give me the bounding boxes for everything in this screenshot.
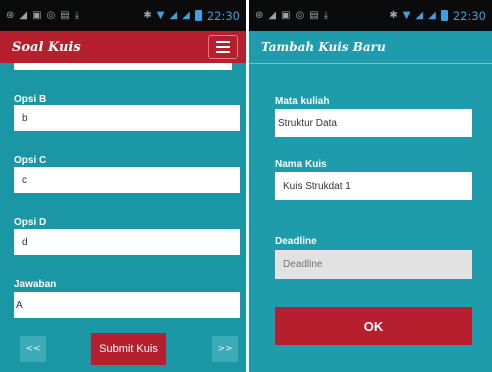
deadline-input[interactable] <box>275 250 472 279</box>
image-icon: ▣ <box>32 9 42 21</box>
message-icon: ▤ <box>309 9 319 21</box>
download-icon: ⤓ <box>323 9 329 21</box>
status-bar: ⊛ ◢ ▣ ◎ ▤ ⤓ ✱ ▼ ◢ ◢ 22:30 <box>249 0 492 31</box>
dialog-header: Tambah Kuis Baru <box>249 31 492 63</box>
ok-button[interactable]: OK <box>275 307 472 345</box>
opsi-d-input[interactable] <box>14 229 240 255</box>
menu-button[interactable] <box>208 35 238 59</box>
opsi-c-input[interactable] <box>14 167 240 193</box>
quiz-form: Opsi B Opsi C Opsi D Jawaban << Submit K… <box>4 63 242 372</box>
submit-quiz-button[interactable]: Submit Kuis <box>91 333 166 365</box>
message-icon: ▤ <box>60 9 70 21</box>
opsi-d-label: Opsi D <box>14 217 47 228</box>
status-time: 22:30 <box>452 8 486 23</box>
notification-icon: ⊛ <box>6 9 15 21</box>
notification-icon: ⊛ <box>255 9 264 21</box>
add-quiz-dialog: Tambah Kuis Baru Mata kuliah Nama Kuis D… <box>249 31 492 372</box>
soal-kuis-screen: ⊛ ◢ ▣ ◎ ▤ ⤓ ✱ ▼ ◢ ◢ 22:30 Soal Kuis Opsi… <box>0 0 246 372</box>
mute-icon: ◢ <box>19 9 28 21</box>
nama-kuis-label: Nama Kuis <box>275 159 327 170</box>
hamburger-icon <box>216 41 230 43</box>
nama-kuis-input[interactable] <box>275 172 472 200</box>
bluetooth-icon: ✱ <box>389 9 398 21</box>
dialog-title: Tambah Kuis Baru <box>261 40 386 54</box>
bluetooth-icon: ✱ <box>143 9 152 21</box>
deadline-label: Deadline <box>275 236 317 247</box>
header-divider <box>249 63 492 64</box>
status-time: 22:30 <box>206 8 240 23</box>
opsi-c-label: Opsi C <box>14 155 47 166</box>
download-icon: ⤓ <box>74 9 80 21</box>
previous-button[interactable]: << <box>20 336 46 362</box>
next-button[interactable]: >> <box>212 336 238 362</box>
jawaban-label: Jawaban <box>14 279 57 290</box>
opsi-a-input[interactable] <box>14 63 232 70</box>
jawaban-input[interactable] <box>14 292 240 318</box>
signal-2-icon: ◢ <box>182 9 190 21</box>
signal-icon: ◢ <box>415 9 424 21</box>
status-bar: ⊛ ◢ ▣ ◎ ▤ ⤓ ✱ ▼ ◢ ◢ 22:30 <box>0 0 246 31</box>
signal-icon: ◢ <box>169 9 178 21</box>
whatsapp-icon: ◎ <box>46 9 56 21</box>
mata-kuliah-input[interactable] <box>275 109 472 137</box>
wifi-icon: ▼ <box>402 9 411 21</box>
app-title: Soal Kuis <box>12 39 81 55</box>
image-icon: ▣ <box>281 9 291 21</box>
whatsapp-icon: ◎ <box>295 9 305 21</box>
opsi-b-input[interactable] <box>14 105 240 131</box>
wifi-icon: ▼ <box>156 9 165 21</box>
signal-2-icon: ◢ <box>428 9 436 21</box>
mata-kuliah-label: Mata kuliah <box>275 96 330 107</box>
battery-icon <box>194 10 202 21</box>
mute-icon: ◢ <box>268 9 277 21</box>
battery-icon <box>440 10 448 21</box>
app-bar: Soal Kuis <box>0 31 246 63</box>
tambah-kuis-screen: ⊛ ◢ ▣ ◎ ▤ ⤓ ✱ ▼ ◢ ◢ 22:30 Tambah Kuis Ba… <box>249 0 492 372</box>
opsi-b-label: Opsi B <box>14 94 47 105</box>
